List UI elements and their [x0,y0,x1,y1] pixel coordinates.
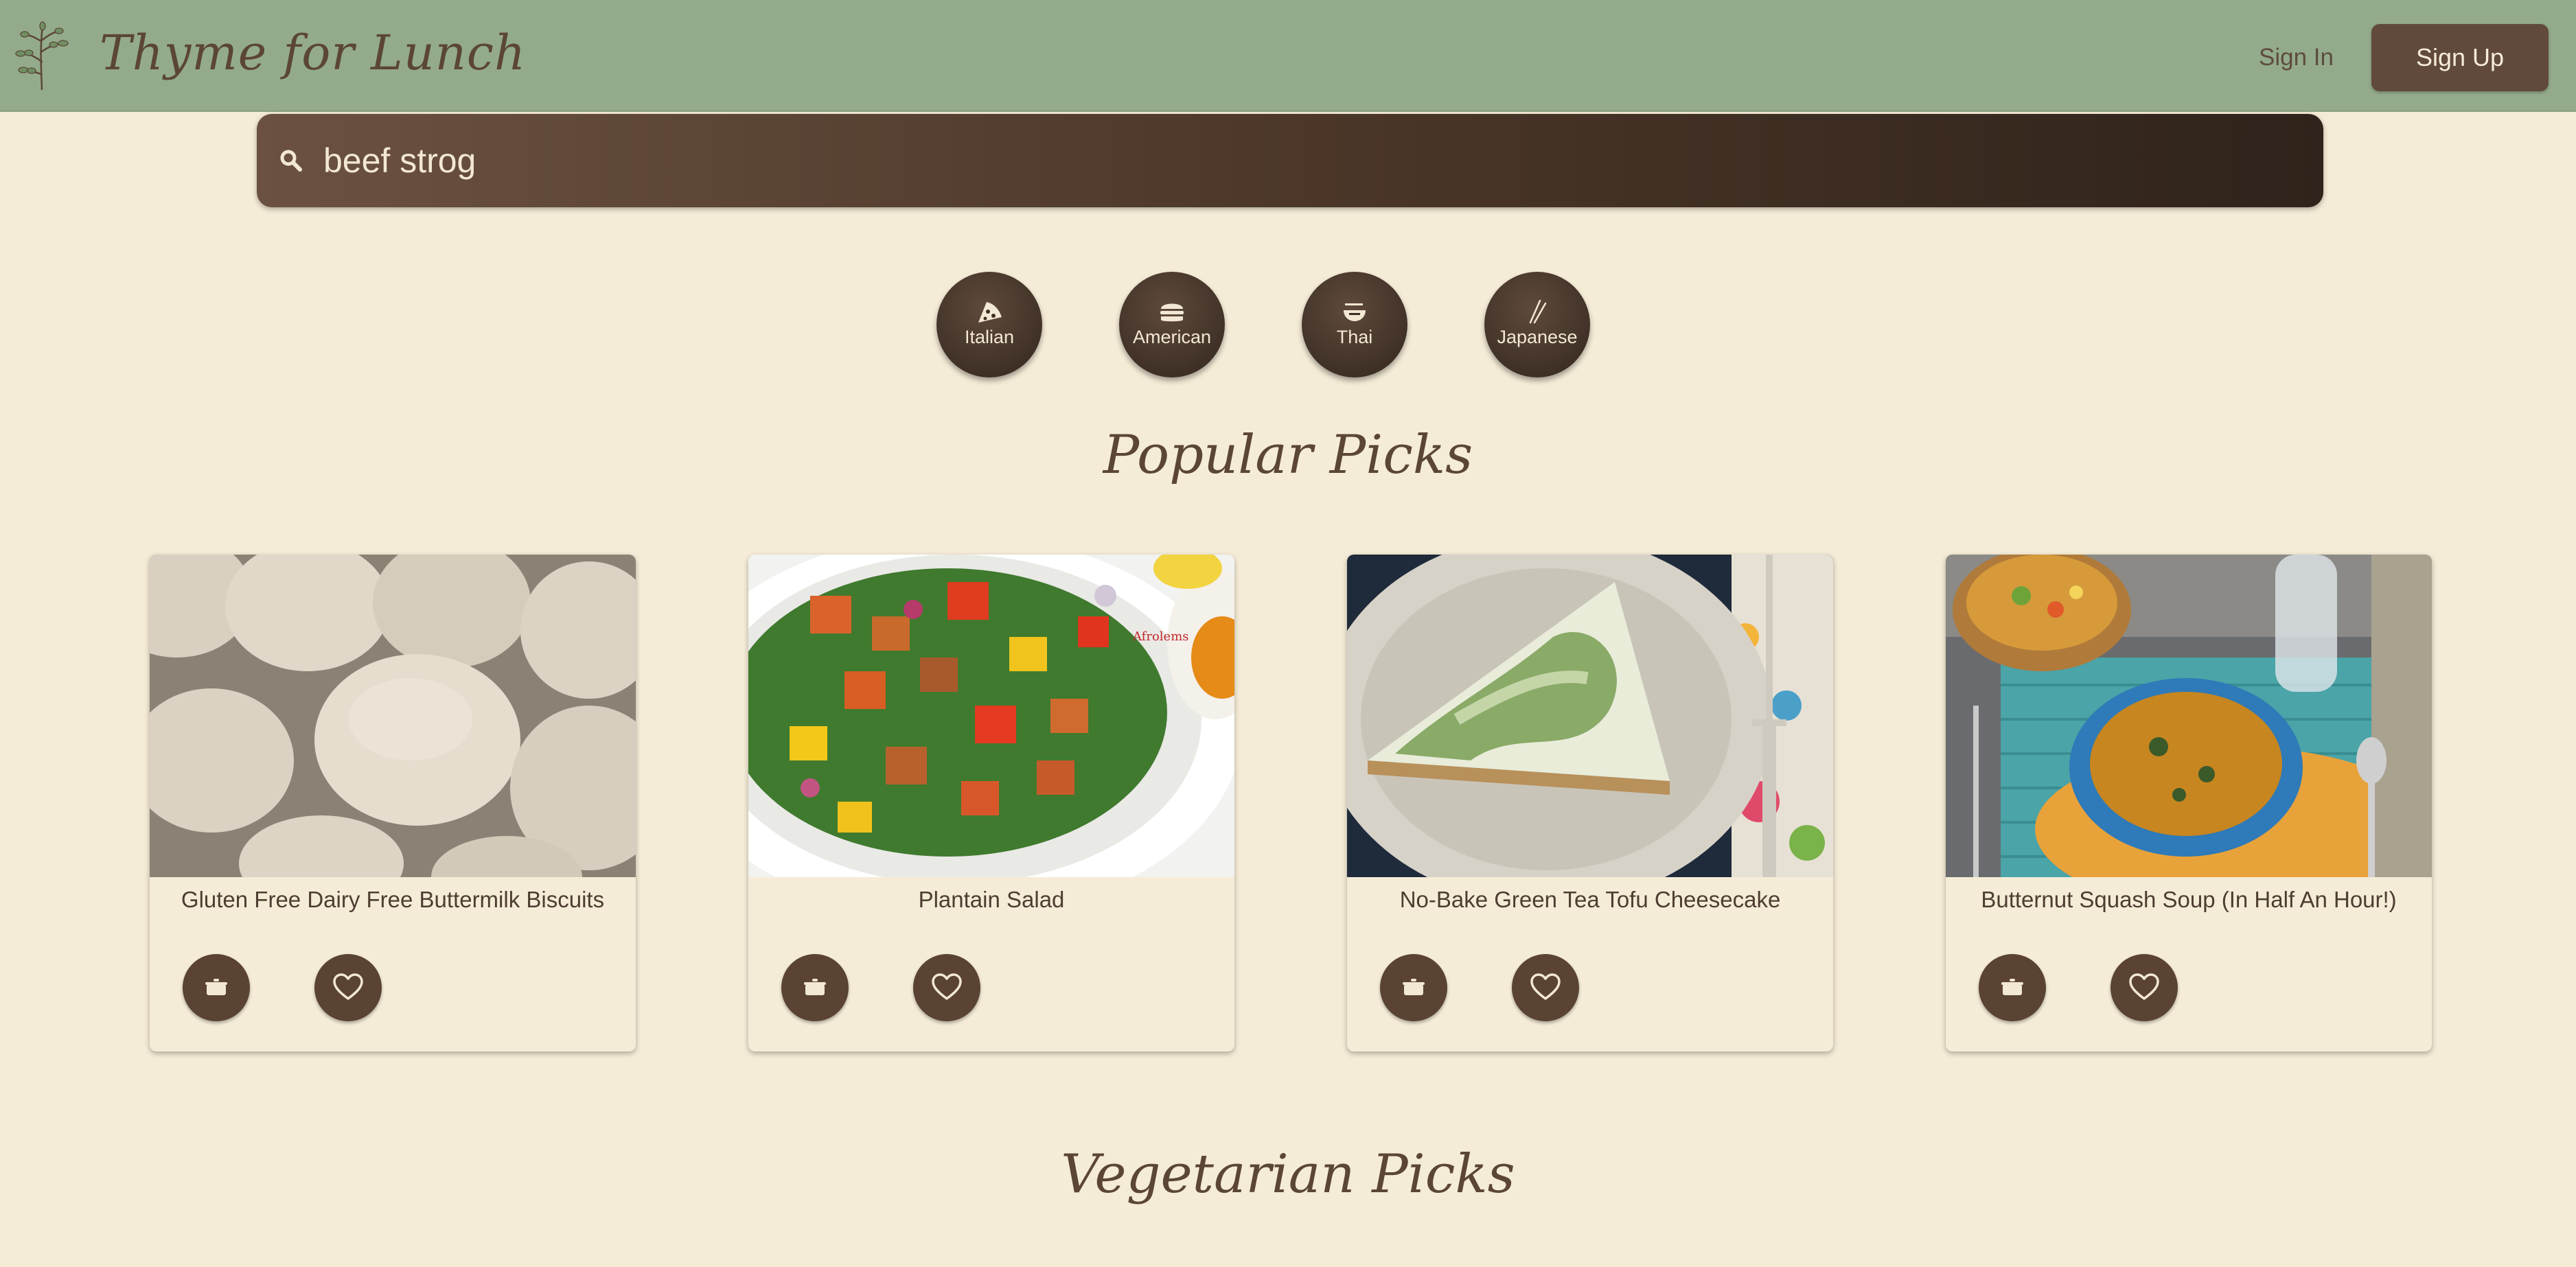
cuisine-american-button[interactable]: American [1119,272,1225,377]
recipe-photo[interactable]: Afrolems [748,555,1234,877]
search-input[interactable]: beef strog [323,135,476,187]
recipe-photo[interactable] [1347,555,1833,877]
herb-sprig-icon[interactable] [12,21,71,92]
pizza-icon [978,302,1002,323]
cuisine-japanese-button[interactable]: Japanese [1484,272,1590,377]
cooking-pot-icon [205,979,227,995]
brand-name[interactable]: Thyme for Lunch [100,15,526,91]
cooking-pot-icon [2001,979,2023,995]
recipe-photo[interactable] [1946,555,2432,877]
heart-icon [932,973,962,1000]
noodle-bowl-icon [1344,303,1366,321]
recipe-title[interactable]: No-Bake Green Tea Tofu Cheesecake [1347,887,1833,913]
top-nav-bar: Thyme for Lunch Sign In Sign Up [0,0,2576,112]
cook-button[interactable] [1979,954,2046,1021]
favorite-button[interactable] [1512,954,1579,1021]
recipe-card[interactable]: No-Bake Green Tea Tofu Cheesecake [1347,555,1833,1051]
cuisine-label: Italian [964,327,1015,347]
recipe-card[interactable]: Butternut Squash Soup (In Half An Hour!) [1946,555,2432,1051]
cooking-pot-icon [804,979,826,995]
recipe-card[interactable]: Gluten Free Dairy Free Buttermilk Biscui… [150,555,636,1051]
cook-button[interactable] [1380,954,1447,1021]
popular-picks-heading: Popular Picks [1103,424,1473,486]
search-bar[interactable]: beef strog [257,114,2323,207]
search-icon [280,150,302,172]
sign-in-link[interactable]: Sign In [2259,37,2334,78]
photo-watermark: Afrolems [1132,629,1189,644]
favorite-button[interactable] [913,954,980,1021]
cuisine-label: Thai [1336,327,1373,347]
cuisine-thai-button[interactable]: Thai [1302,272,1407,377]
heart-icon [333,973,363,1000]
recipe-title[interactable]: Plantain Salad [748,887,1234,913]
vegetarian-picks-heading: Vegetarian Picks [1061,1143,1515,1205]
cuisine-label: American [1132,327,1212,347]
recipe-photo[interactable] [150,555,636,877]
heart-icon [2129,973,2159,1000]
sign-up-button[interactable]: Sign Up [2371,24,2549,91]
cuisine-label: Japanese [1497,327,1578,347]
recipe-card[interactable]: Afrolems Plantain Salad [748,555,1234,1051]
cooking-pot-icon [1403,979,1425,995]
favorite-button[interactable] [314,954,382,1021]
chopsticks-icon [1529,299,1547,324]
heart-icon [1530,973,1561,1000]
burger-icon [1160,303,1184,322]
recipe-title[interactable]: Gluten Free Dairy Free Buttermilk Biscui… [150,887,636,913]
favorite-button[interactable] [2111,954,2178,1021]
cook-button[interactable] [183,954,250,1021]
cook-button[interactable] [781,954,849,1021]
recipe-title[interactable]: Butternut Squash Soup (In Half An Hour!) [1946,887,2432,913]
cuisine-italian-button[interactable]: Italian [936,272,1042,377]
